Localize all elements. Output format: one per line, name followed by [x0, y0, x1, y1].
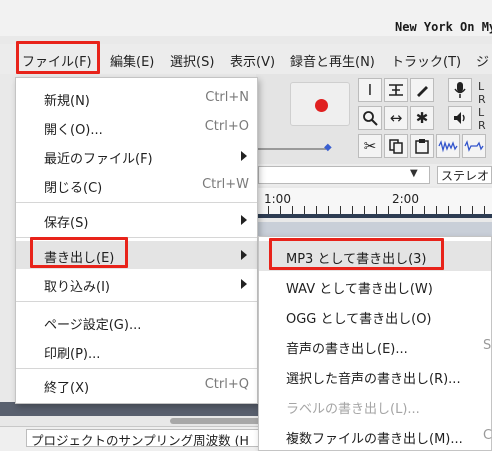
file-menu-item-print[interactable]: 印刷(P)...: [16, 337, 257, 365]
menu-separator: [16, 368, 257, 369]
menu-item-shortcut: Ctrl+Q: [204, 377, 249, 392]
menu-item-label: 閉じる(C): [44, 181, 103, 196]
export-mp3-highlight-box: [269, 238, 444, 270]
channel-letter: R: [478, 93, 486, 106]
menu-item-shortcut: S: [483, 338, 492, 353]
menu-generate[interactable]: ジ: [476, 51, 489, 70]
menu-item-label: ページ設定(G)...: [44, 318, 142, 333]
channel-letter: R: [478, 119, 486, 132]
menu-edit[interactable]: 編集(E): [110, 51, 154, 70]
file-menu-item-save[interactable]: 保存(S): [16, 206, 257, 234]
paste-icon[interactable]: [410, 134, 434, 158]
window-title: New York On My: [395, 20, 492, 34]
volume-slider-track[interactable]: [258, 148, 326, 150]
file-menu-item-exit[interactable]: 終了(X) Ctrl+Q: [16, 371, 257, 399]
meter-channel-labels: L R L R: [478, 80, 486, 132]
menu-item-label: 選択した音声の書き出し(R)...: [286, 372, 461, 387]
menu-item-label: 終了(X): [44, 381, 90, 396]
volume-slider-knob[interactable]: ◆: [324, 142, 334, 154]
title-bar: New York On My: [0, 0, 492, 36]
menu-item-label: WAV として書き出し(W): [286, 282, 433, 297]
project-rate-label: プロジェクトのサンプリング周波数 (H: [26, 429, 262, 447]
ruler-tick-label: 2:00: [392, 192, 419, 206]
menu-item-label: 最近のファイル(F): [44, 152, 153, 167]
microphone-icon[interactable]: [448, 78, 472, 102]
menu-item-shortcut: C: [483, 428, 492, 443]
timeline-ruler[interactable]: 1:00 2:00: [256, 188, 492, 218]
menu-item-label: OGG として書き出し(O): [286, 312, 432, 327]
speaker-icon[interactable]: [448, 106, 472, 130]
submenu-arrow-icon: [241, 215, 247, 225]
channel-letter: L: [478, 106, 485, 119]
export-item-highlight-box: [30, 237, 128, 268]
file-menu-item-new[interactable]: 新規(N) Ctrl+N: [16, 84, 257, 112]
file-menu-item-import[interactable]: 取り込み(I): [16, 270, 257, 298]
zoom-tool-icon[interactable]: [358, 106, 382, 130]
export-labels-item: ラベルの書き出し(L)...: [259, 391, 491, 421]
ruler-ticks: [256, 206, 492, 214]
menu-item-label: 音声の書き出し(E)...: [286, 342, 408, 357]
menu-item-label: 印刷(P)...: [44, 347, 101, 362]
menu-item-label: 複数ファイルの書き出し(M)...: [286, 432, 463, 447]
device-select[interactable]: [258, 166, 430, 184]
track-strip: [0, 402, 258, 416]
export-wav-item[interactable]: WAV として書き出し(W): [259, 271, 491, 301]
menu-item-label: 新規(N): [44, 94, 90, 109]
channels-select[interactable]: ステレオ: [437, 166, 492, 184]
record-button[interactable]: [290, 82, 350, 126]
menu-separator: [16, 202, 257, 203]
draw-tool-icon[interactable]: [410, 78, 434, 102]
menu-view[interactable]: 表示(V): [230, 51, 275, 70]
trim-audio-icon[interactable]: [436, 134, 460, 158]
menu-select[interactable]: 選択(S): [170, 51, 214, 70]
menu-item-label: ラベルの書き出し(L)...: [286, 402, 420, 417]
multi-tool-icon[interactable]: ✱: [410, 106, 434, 130]
timeshift-tool-icon[interactable]: ↔: [384, 106, 408, 130]
file-menu-item-page-setup[interactable]: ページ設定(G)...: [16, 308, 257, 336]
menu-record-play[interactable]: 録音と再生(N): [290, 51, 375, 70]
menu-item-label: 開く(O)...: [44, 123, 103, 138]
export-audio-item[interactable]: 音声の書き出し(E)... S: [259, 331, 491, 361]
cut-icon[interactable]: ✂: [358, 134, 382, 158]
file-menu-highlight-box: [16, 41, 100, 74]
chevron-down-icon[interactable]: ▼: [410, 168, 418, 179]
channel-letter: L: [478, 80, 485, 93]
record-icon: [315, 99, 328, 112]
silence-audio-icon[interactable]: [462, 134, 486, 158]
menu-tracks[interactable]: トラック(T): [391, 51, 461, 70]
envelope-tool-icon[interactable]: [384, 78, 408, 102]
menu-item-shortcut: Ctrl+O: [204, 119, 249, 134]
menu-separator: [16, 301, 257, 302]
selection-tool-icon[interactable]: I: [358, 78, 382, 102]
export-ogg-item[interactable]: OGG として書き出し(O): [259, 301, 491, 331]
menu-item-label: 保存(S): [44, 216, 89, 231]
menu-item-label: 取り込み(I): [44, 280, 110, 295]
export-multiple-item[interactable]: 複数ファイルの書き出し(M)... C: [259, 421, 492, 451]
menu-item-shortcut: Ctrl+N: [205, 90, 249, 105]
submenu-arrow-icon: [241, 279, 247, 289]
ruler-tick-label: 1:00: [264, 192, 291, 206]
submenu-arrow-icon: [241, 151, 247, 161]
submenu-arrow-icon: [241, 250, 247, 260]
export-selected-audio-item[interactable]: 選択した音声の書き出し(R)...: [259, 361, 491, 391]
file-menu-item-close[interactable]: 閉じる(C) Ctrl+W: [16, 171, 257, 199]
file-menu-item-open[interactable]: 開く(O)... Ctrl+O: [16, 113, 257, 141]
menu-item-shortcut: Ctrl+W: [202, 177, 249, 192]
file-menu-item-recent-files[interactable]: 最近のファイル(F): [16, 142, 257, 170]
copy-icon[interactable]: [384, 134, 408, 158]
